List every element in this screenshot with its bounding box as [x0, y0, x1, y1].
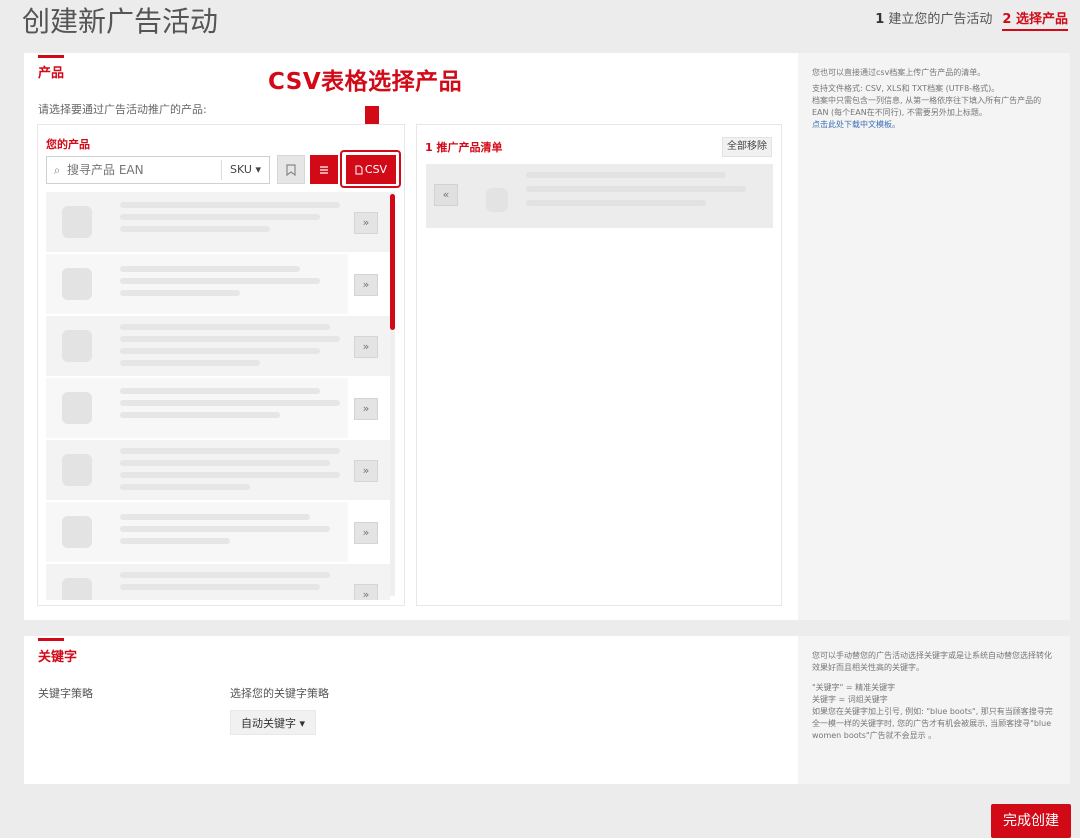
product-thumbnail	[62, 578, 92, 600]
product-text-blur	[120, 484, 250, 490]
finish-create-button[interactable]: 完成创建	[991, 804, 1071, 838]
search-icon: ⌕	[53, 162, 61, 177]
add-product-button[interactable]: »	[354, 212, 378, 234]
product-text-blur	[526, 186, 746, 192]
list-item: »	[46, 254, 390, 314]
list-icon	[320, 165, 328, 174]
product-text-blur	[120, 324, 330, 330]
step-2-label: 选择产品	[1015, 12, 1068, 27]
product-text-blur	[120, 448, 340, 454]
page-title: 创建新广告活动	[22, 5, 219, 38]
product-text-blur	[120, 336, 340, 342]
list-item: »	[46, 502, 390, 562]
bookmark-icon	[286, 163, 296, 176]
product-thumbnail	[62, 268, 92, 300]
products-section-title: 产品	[38, 66, 65, 81]
add-product-button[interactable]: »	[354, 584, 378, 600]
promoted-item: «	[426, 164, 773, 228]
product-search-box: ⌕ SKU ▾	[46, 156, 270, 184]
product-thumbnail	[62, 206, 92, 238]
product-text-blur	[120, 278, 320, 284]
promoted-title-label: 推广产品清单	[436, 141, 503, 154]
product-list: » » » » » » »	[46, 192, 390, 600]
list-item: »	[46, 316, 390, 376]
products-hint: 请选择要通过广告活动推广的产品:	[38, 103, 207, 116]
keyword-strategy-dropdown[interactable]: 自动关键字 ▾	[230, 710, 317, 735]
list-item: »	[46, 564, 390, 600]
wizard-steps: 1 建立您的广告活动 2 选择产品	[875, 8, 1068, 31]
csv-highlight-box	[340, 150, 401, 188]
step-2[interactable]: 2 选择产品	[1002, 8, 1068, 31]
keyword-strategy-value: 自动关键字	[241, 717, 296, 730]
keyword-strategy-label: 关键字策略	[38, 687, 93, 700]
product-text-blur	[120, 226, 270, 232]
bookmark-button[interactable]	[277, 155, 305, 184]
product-thumbnail	[62, 454, 92, 486]
step-1-label: 建立您的广告活动	[888, 12, 993, 27]
list-item: »	[46, 440, 390, 500]
product-text-blur	[120, 472, 340, 478]
promoted-count: 1	[425, 141, 433, 154]
product-text-blur	[120, 460, 330, 466]
product-text-blur	[120, 400, 340, 406]
your-products-title: 您的产品	[46, 138, 90, 151]
product-text-blur	[120, 202, 340, 208]
search-input[interactable]	[67, 163, 222, 177]
product-thumbnail	[486, 188, 508, 212]
keywords-card	[24, 636, 798, 784]
choose-strategy-label: 选择您的关键字策略	[230, 687, 329, 700]
kw-help-line-2: "关键字" = 精准关键字	[812, 683, 896, 692]
promoted-products-title: 1 推广产品清单	[425, 139, 503, 155]
scrollbar-thumb[interactable]	[390, 194, 395, 330]
keywords-section-title: 关键字	[38, 650, 78, 665]
list-button[interactable]	[310, 155, 338, 184]
sku-dropdown[interactable]: SKU ▾	[221, 160, 269, 180]
add-product-button[interactable]: »	[354, 460, 378, 482]
list-item: »	[46, 378, 390, 438]
add-product-button[interactable]: »	[354, 336, 378, 358]
step-1[interactable]: 1 建立您的广告活动	[875, 8, 992, 27]
product-thumbnail	[62, 330, 92, 362]
add-product-button[interactable]: »	[354, 522, 378, 544]
product-thumbnail	[62, 516, 92, 548]
step-2-number: 2	[1002, 12, 1012, 27]
help-line-2: 支持文件格式: CSV, XLS和 TXT档案 (UTF8-格式)。	[812, 84, 1000, 93]
products-title-bar	[38, 55, 64, 58]
product-text-blur	[120, 290, 240, 296]
download-template-link[interactable]: 点击此处下载中文模板。	[812, 119, 1056, 131]
product-text-blur	[120, 214, 320, 220]
kw-help-line-4: 如果您在关键字加上引号, 例如: "blue boots", 那只有当顾客搜寻完…	[812, 707, 1053, 740]
add-product-button[interactable]: »	[354, 398, 378, 420]
product-thumbnail	[62, 392, 92, 424]
help-line-3: 档案中只需包含一列信息, 从第一格依序往下填入所有广告产品的EAN (每个EAN…	[812, 96, 1042, 117]
step-1-number: 1	[875, 12, 885, 27]
product-text-blur	[526, 200, 706, 206]
sku-label: SKU	[230, 163, 252, 176]
kw-help-line-1: 您可以手动替您的广告活动选择关键字或是让系统自动替您选择转化效果好而且相关性高的…	[812, 651, 1052, 672]
remove-product-button[interactable]: «	[434, 184, 458, 206]
product-text-blur	[120, 572, 330, 578]
list-item: »	[46, 192, 390, 252]
add-product-button[interactable]: »	[354, 274, 378, 296]
csv-annotation: CSV表格选择产品	[268, 69, 463, 95]
products-help-panel: 您也可以直接通过csv档案上传广告产品的清单。 支持文件格式: CSV, XLS…	[798, 53, 1070, 620]
remove-all-button[interactable]: 全部移除	[722, 137, 772, 157]
product-text-blur	[526, 172, 726, 178]
product-text-blur	[120, 266, 300, 272]
product-text-blur	[120, 360, 260, 366]
product-text-blur	[120, 412, 280, 418]
kw-help-line-3: 关键字 = 词组关键字	[812, 695, 888, 704]
product-text-blur	[120, 514, 310, 520]
product-text-blur	[120, 388, 320, 394]
help-line-1: 您也可以直接通过csv档案上传广告产品的清单。	[812, 68, 986, 77]
product-text-blur	[120, 538, 230, 544]
product-text-blur	[120, 526, 330, 532]
product-text-blur	[120, 348, 320, 354]
keywords-title-bar	[38, 638, 64, 641]
product-text-blur	[120, 584, 320, 590]
keywords-help-panel: 您可以手动替您的广告活动选择关键字或是让系统自动替您选择转化效果好而且相关性高的…	[798, 636, 1070, 784]
